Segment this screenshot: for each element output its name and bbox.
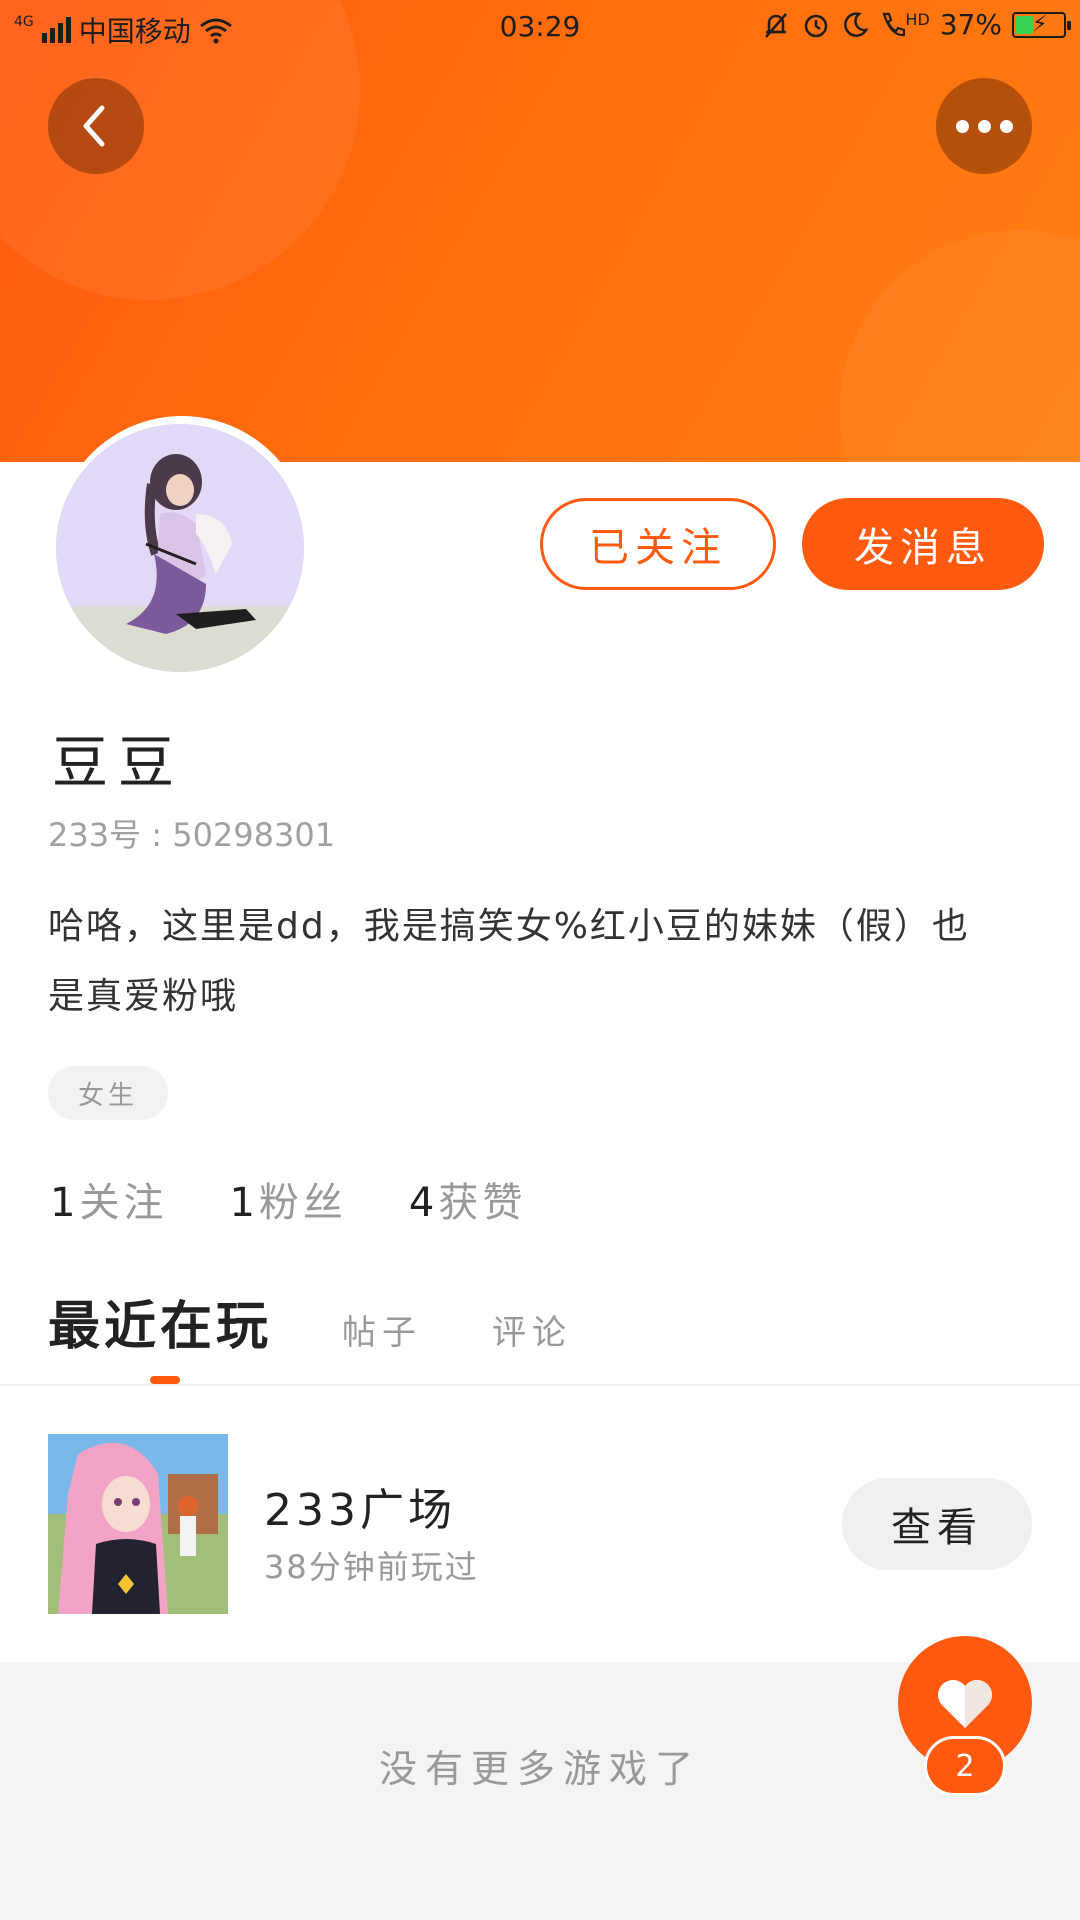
tab-recently-played[interactable]: 最近在玩 [48, 1284, 272, 1359]
followers-label: 粉丝 [258, 1180, 347, 1226]
battery-percent: 37% [939, 8, 1002, 41]
profile-tabs: 最近在玩 帖子 评论 [48, 1284, 572, 1359]
mute-bell-icon [765, 12, 788, 38]
more-button[interactable] [936, 78, 1032, 174]
tab-comments[interactable]: 评论 [492, 1305, 572, 1354]
more-dots-icon [955, 119, 1013, 133]
profile-stats: 1 关注 1 粉丝 4 获赞 [50, 1170, 526, 1228]
likes-label: 获赞 [438, 1180, 527, 1226]
followed-button[interactable]: 已关注 [540, 498, 776, 590]
following-stat[interactable]: 1 关注 [50, 1170, 167, 1228]
followers-count: 1 [229, 1180, 255, 1226]
battery-charging-icon: ⚡ [1012, 11, 1071, 38]
profile-header-banner [0, 0, 1080, 462]
game-thumbnail[interactable] [48, 1434, 228, 1614]
following-count: 1 [50, 1180, 76, 1226]
like-count-badge: 2 [924, 1736, 1006, 1796]
gender-tag: 女生 [48, 1066, 168, 1120]
back-button[interactable] [48, 78, 144, 174]
chevron-left-icon [83, 105, 105, 147]
likes-stat[interactable]: 4 获赞 [409, 1170, 526, 1228]
following-label: 关注 [79, 1180, 168, 1226]
game-name: 233广场 [264, 1485, 456, 1536]
alarm-icon [805, 14, 828, 37]
likes-count: 4 [408, 1180, 435, 1226]
username: 豆豆 [52, 731, 184, 796]
hd-call-icon: HD [879, 9, 930, 40]
game-last-played: 38分钟前玩过 [264, 1548, 479, 1586]
view-game-button[interactable]: 查看 [842, 1478, 1032, 1570]
followers-stat[interactable]: 1 粉丝 [229, 1170, 346, 1228]
banner-decoration [840, 230, 1080, 462]
user-id: 233号 : 50298301 [48, 816, 336, 854]
list-item[interactable]: 233广场 38分钟前玩过 查看 [0, 1386, 1080, 1662]
user-bio: 哈咯，这里是dd，我是搞笑女%红小豆的妹妹（假）也是真爱粉哦 [48, 906, 970, 1017]
moon-icon [844, 11, 869, 37]
hd-label: HD [905, 9, 930, 29]
status-bar: 4G 中国移动 03:29 HD 37% ⚡ [0, 0, 1080, 54]
heart-icon [938, 1680, 992, 1728]
avatar[interactable] [56, 424, 304, 672]
game-art-image [48, 1434, 228, 1614]
avatar-character-image [56, 424, 304, 672]
send-message-button[interactable]: 发消息 [802, 498, 1044, 590]
tab-posts[interactable]: 帖子 [342, 1305, 422, 1354]
active-tab-indicator [150, 1376, 180, 1384]
